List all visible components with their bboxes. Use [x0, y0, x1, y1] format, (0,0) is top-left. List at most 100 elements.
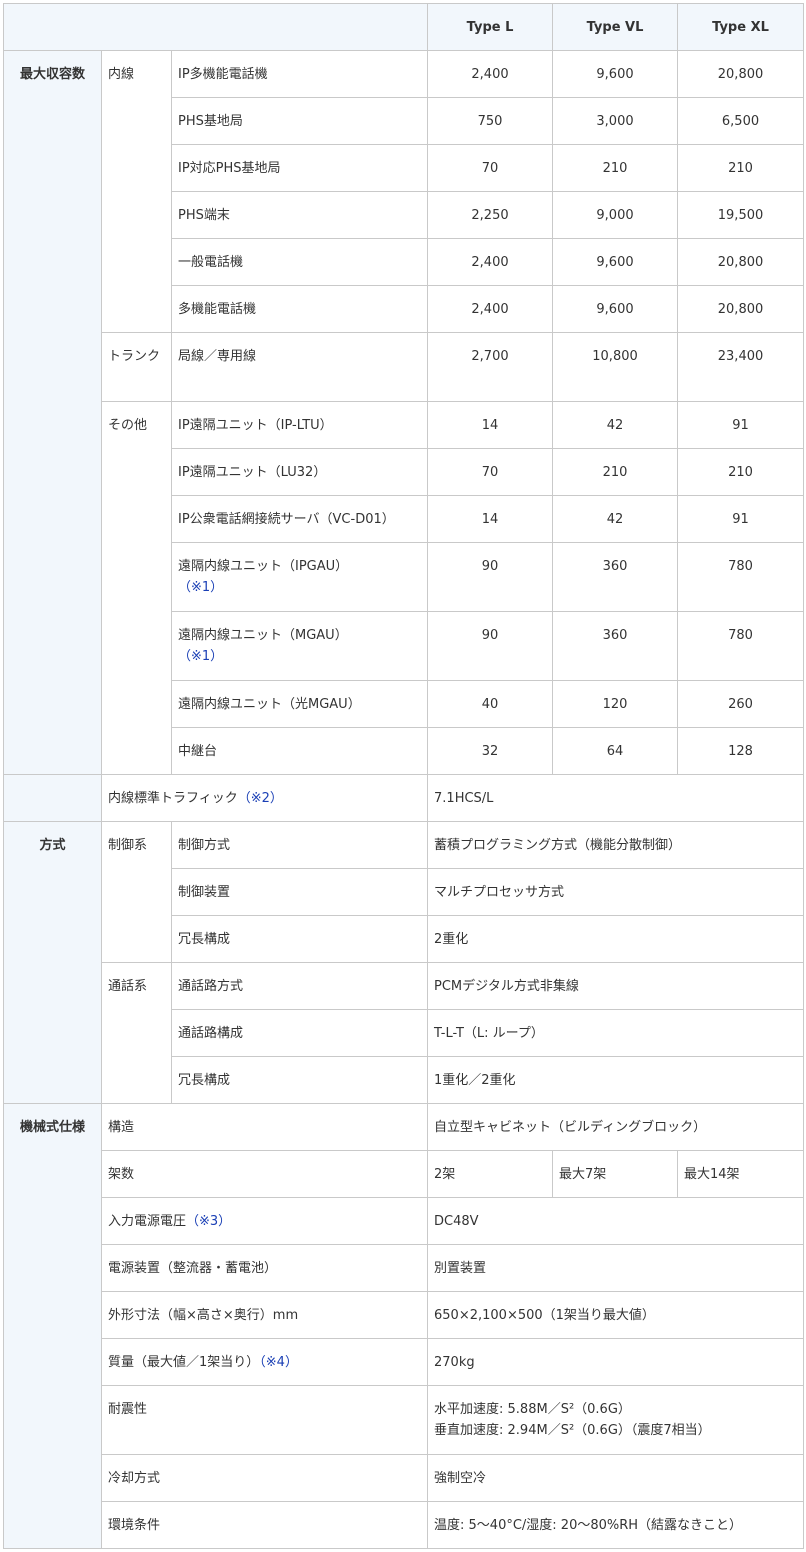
group-extension: 内線 — [101, 50, 172, 333]
value-all-types: 温度: 5～40°C/湿度: 20～80%RH（結露なきこと） — [427, 1501, 805, 1549]
value-type-xl: 780 — [677, 542, 805, 612]
value-all-types: PCMデジタル方式非集線 — [427, 962, 805, 1010]
row-label-text: 遠隔内線ユニット（IPGAU） — [178, 559, 349, 574]
value-all-types: 7.1HCS/L — [427, 774, 805, 822]
value-type-l: 70 — [427, 144, 554, 192]
value-type-l: 90 — [427, 542, 554, 612]
row-label: 内線標準トラフィック（※2） — [100, 774, 429, 822]
row-label-text: 入力電源電圧 — [108, 1214, 187, 1229]
seismic-vertical: 垂直加速度: 2.94M／S²（0.6G）（震度7相当） — [434, 1423, 711, 1438]
value-type-xl: 20,800 — [677, 238, 805, 286]
value-type-vl: 9,600 — [552, 238, 679, 286]
value-all-types: 650×2,100×500（1架当り最大値） — [427, 1291, 805, 1339]
header-blank — [2, 3, 429, 51]
row-label: 電源装置（整流器・蓄電池） — [100, 1244, 429, 1292]
value-type-l: 750 — [427, 97, 554, 145]
value-type-l: 2,700 — [427, 332, 554, 402]
value-all-types: 強制空冷 — [427, 1454, 805, 1502]
value-type-vl: 360 — [552, 542, 679, 612]
value-all-types: 蓄積プログラミング方式（機能分散制御） — [427, 821, 805, 869]
table-row: 方式 制御系 制御方式 蓄積プログラミング方式（機能分散制御） — [3, 821, 805, 1104]
group-other: その他 — [101, 401, 172, 775]
row-label-text: 遠隔内線ユニット（MGAU） — [178, 628, 348, 643]
table-row: 耐震性 水平加速度: 5.88M／S²（0.6G） 垂直加速度: 2.94M／S²… — [4, 1385, 805, 1455]
value-type-l: 40 — [427, 680, 554, 728]
spec-table: Type L Type VL Type XL 最大収容数 内線 IP多機能電話機… — [2, 3, 805, 1549]
value-all-types: 自立型キャビネット（ビルディングブロック） — [427, 1103, 805, 1151]
value-type-l: 2,250 — [427, 191, 554, 239]
table-row: 入力電源電圧（※3） DC48V — [4, 1197, 805, 1245]
group-control: 制御系 — [101, 821, 172, 963]
row-label: 構造 — [100, 1103, 429, 1151]
footnote-link-4[interactable]: （※4） — [259, 1355, 298, 1370]
row-label: 冗長構成 — [170, 915, 429, 963]
footnote-link-1[interactable]: （※1） — [178, 580, 223, 595]
value-type-vl: 360 — [552, 611, 679, 681]
row-label: 環境条件 — [100, 1501, 429, 1549]
row-label-text: 質量（最大値／1架当り） — [108, 1355, 260, 1370]
row-label: 遠隔内線ユニット（MGAU） （※1） — [170, 611, 429, 681]
value-all-types: マルチプロセッサ方式 — [427, 868, 805, 916]
row-label: IP対応PHS基地局 — [170, 144, 429, 192]
value-type-vl: 42 — [552, 495, 679, 543]
table-row: 電源装置（整流器・蓄電池） 別置装置 — [4, 1244, 805, 1292]
footnote-link-3[interactable]: （※3） — [186, 1214, 231, 1229]
row-label: 冗長構成 — [170, 1056, 429, 1104]
row-label: 制御装置 — [170, 868, 429, 916]
group-call: 通話系 — [101, 962, 172, 1104]
value-type-xl: 210 — [677, 448, 805, 496]
value-type-vl: 9,000 — [552, 191, 679, 239]
value-type-xl: 23,400 — [677, 332, 805, 402]
value-type-l: 90 — [427, 611, 554, 681]
value-type-xl: 6,500 — [677, 97, 805, 145]
row-label: 中継台 — [170, 727, 429, 775]
row-label: 遠隔内線ユニット（IPGAU） （※1） — [170, 542, 429, 612]
table-row: 外形寸法（幅×高さ×奥行）mm 650×2,100×500（1架当り最大値） — [4, 1291, 805, 1339]
value-type-xl: 260 — [677, 680, 805, 728]
value-type-xl: 210 — [677, 144, 805, 192]
value-type-vl: 10,800 — [552, 332, 679, 402]
table-row: 架数 2架 最大7架 最大14架 — [4, 1150, 805, 1198]
header-type-xl: Type XL — [677, 3, 805, 51]
row-label: PHS基地局 — [170, 97, 429, 145]
footnote-link-2[interactable]: （※2） — [238, 791, 283, 806]
header-type-vl: Type VL — [552, 3, 679, 51]
value-type-l: 32 — [427, 727, 554, 775]
group-trunk: トランク — [101, 332, 172, 402]
seismic-horizontal: 水平加速度: 5.88M／S²（0.6G） — [434, 1402, 631, 1417]
row-label: 架数 — [100, 1150, 429, 1198]
value-all-types: T-L-T（L: ループ） — [427, 1009, 805, 1057]
value-type-xl: 91 — [677, 495, 805, 543]
row-label: 冷却方式 — [100, 1454, 429, 1502]
value-type-l: 14 — [427, 495, 554, 543]
table-row: 質量（最大値／1架当り）（※4） 270kg — [4, 1338, 805, 1386]
row-label: IP遠隔ユニット（LU32） — [170, 448, 429, 496]
value-type-vl: 120 — [552, 680, 679, 728]
row-label: 制御方式 — [170, 821, 429, 869]
table-row: 通話系 通話路方式 PCMデジタル方式非集線 — [4, 962, 805, 1104]
value-type-xl: 91 — [677, 401, 805, 449]
row-label: 耐震性 — [100, 1385, 429, 1455]
value-all-types: 2重化 — [427, 915, 805, 963]
row-label: 外形寸法（幅×高さ×奥行）mm — [100, 1291, 429, 1339]
table-row: トランク 局線／専用線 2,700 10,800 23,400 — [4, 332, 805, 402]
row-label: 通話路構成 — [170, 1009, 429, 1057]
row-label: 通話路方式 — [170, 962, 429, 1010]
header-type-l: Type L — [427, 3, 554, 51]
value-type-vl: 最大7架 — [552, 1150, 679, 1198]
category-method: 方式 — [3, 821, 102, 1104]
table-row: 最大収容数 内線 IP多機能電話機 2,400 9,600 20,800 — [3, 50, 805, 775]
row-label-text: 内線標準トラフィック — [108, 791, 238, 806]
table-row: 環境条件 温度: 5～40°C/湿度: 20～80%RH（結露なきこと） — [4, 1501, 805, 1549]
row-label: 遠隔内線ユニット（光MGAU） — [170, 680, 429, 728]
footnote-link-1[interactable]: （※1） — [178, 649, 223, 664]
value-type-vl: 210 — [552, 448, 679, 496]
value-all-types: 別置装置 — [427, 1244, 805, 1292]
row-label: IP遠隔ユニット（IP-LTU） — [170, 401, 429, 449]
value-all-types: 1重化／2重化 — [427, 1056, 805, 1104]
value-type-l: 2,400 — [427, 285, 554, 333]
value-all-types: 水平加速度: 5.88M／S²（0.6G） 垂直加速度: 2.94M／S²（0.6… — [427, 1385, 805, 1455]
table-row: その他 IP遠隔ユニット（IP-LTU） 14 42 91 — [4, 401, 805, 775]
row-label: 質量（最大値／1架当り）（※4） — [100, 1338, 429, 1386]
value-type-l: 2,400 — [427, 238, 554, 286]
